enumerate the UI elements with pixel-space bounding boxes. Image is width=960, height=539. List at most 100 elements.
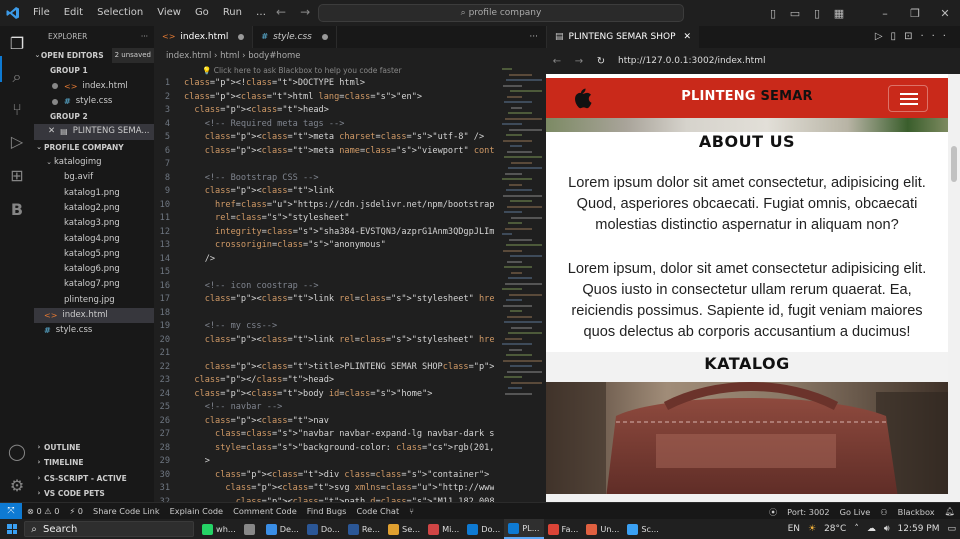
open-editor-style-css[interactable]: # style.css [34,94,154,109]
code-line[interactable]: 16 <!-- icon coostrap --> [154,280,494,294]
code-line[interactable]: 27 class=class="s">"navbar navbar-expand… [154,428,494,442]
clock[interactable]: 12:59 PM [893,524,943,534]
settings-gear-icon[interactable]: ⚙ [6,474,28,496]
code-line[interactable]: 15 [154,266,494,280]
url-field[interactable]: http://127.0.0.1:3002/index.html [618,56,765,66]
file-style-css[interactable]: # style.css [34,323,154,338]
code-line[interactable]: 2 class="p"><class="t">html lang=class="s… [154,91,494,105]
taskbar-app[interactable]: Mi... [424,519,463,539]
back-arrow-icon[interactable]: ← [546,56,568,67]
restore-icon[interactable]: ❐ [900,7,930,20]
code-line[interactable]: 19 <!-- my css--> [154,320,494,334]
code-line[interactable]: 23 class="p"></class="t">head> [154,374,494,388]
tab-preview[interactable]: ▤ PLINTENG SEMAR SHOP ✕ [547,26,700,48]
notifications-bell-icon[interactable]: 🔔︎ [940,506,960,517]
folder-katalogimg[interactable]: ⌄ katalogimg [34,155,154,170]
explorer-icon[interactable]: ❐ [6,32,28,54]
blackbox-hint[interactable]: 💡 Click here to ask Blackbox to help you… [154,64,546,77]
tab-index-html[interactable]: <> index.html [154,26,254,48]
toggle-secondary-sidebar-icon[interactable]: ▯ [806,7,828,20]
code-line[interactable]: 14 /> [154,253,494,267]
close-icon[interactable]: ✕ [930,7,960,20]
code-editor[interactable]: 1 class="p"><!class="t">DOCTYPE html> 2 cla… [154,77,494,502]
code-line[interactable]: 17 class="p"><class="t">link rel=class="… [154,293,494,307]
taskbar-app[interactable]: Se... [384,519,424,539]
more-actions-icon[interactable]: ··· [529,26,538,48]
taskbar-app[interactable]: De... [262,519,303,539]
file-item[interactable]: katalog7.png [34,277,154,292]
code-line[interactable]: 20 class="p"><class="t">link rel=class="… [154,334,494,348]
code-line[interactable]: 22 class="p"><class="t">title>PLINTENG S… [154,361,494,375]
code-line[interactable]: 5 class="p"><class="t">meta charset=clas… [154,131,494,145]
forward-arrow-icon[interactable]: → [568,56,590,67]
code-line[interactable]: 31 class="p"><class="t">svg xmlns=class=… [154,482,494,496]
code-line[interactable]: 6 class="p"><class="t">meta name=class="… [154,145,494,159]
code-line[interactable]: 26 class="p"><class="t">nav [154,415,494,429]
explain-code[interactable]: Explain Code [165,506,229,516]
taskbar-app[interactable]: Do... [303,519,344,539]
preview-scrollbar-vertical[interactable] [948,74,960,502]
code-line[interactable]: 9 class="p"><class="t">link [154,185,494,199]
cs-script-section[interactable]: › CS-SCRIPT - ACTIVE [34,471,154,486]
command-center-search[interactable]: ⌕ profile company [318,4,684,22]
extensions-icon[interactable]: ⊞ [6,164,28,186]
code-line[interactable]: 28 style=class="s">"background-color: cl… [154,442,494,456]
person-icon[interactable]: ⚇ [875,507,892,517]
comment-code[interactable]: Comment Code [228,506,302,516]
code-line[interactable]: 18 [154,307,494,321]
close-icon[interactable]: ✕ [48,124,55,139]
reload-icon[interactable]: ↻ [590,56,612,67]
share-code-link[interactable]: Share Code Link [88,506,165,516]
find-bugs[interactable]: Find Bugs [302,506,352,516]
notification-center-icon[interactable]: ▭ [943,524,960,534]
code-line[interactable]: 10 href=class="u">"https://cdn.jsdelivr.… [154,199,494,213]
toggle-sidebar-icon[interactable]: ▯ [762,7,784,20]
branch-icon[interactable]: ⑂ [404,506,419,516]
code-line[interactable]: 24 class="p"><class="t">body id=class="s… [154,388,494,402]
search-icon[interactable]: ⌕ [6,66,28,88]
hamburger-menu-icon[interactable] [888,85,928,112]
katalog-image[interactable] [546,382,948,498]
code-line[interactable]: 13 crossorigin=class="s">"anonymous" [154,239,494,253]
code-line[interactable]: 25 <!-- navbar --> [154,401,494,415]
menu-view[interactable]: View [150,0,188,26]
more-actions-icon[interactable]: ··· [920,31,954,42]
tab-style-css[interactable]: # style.css [253,26,337,48]
file-item[interactable]: katalog1.png [34,186,154,201]
code-line[interactable]: 29 > [154,455,494,469]
minimap[interactable] [494,64,546,502]
file-item[interactable]: bg.avif [34,170,154,185]
taskbar-app[interactable]: Sc... [623,519,663,539]
blackbox-status[interactable]: Blackbox [893,507,940,517]
code-line[interactable]: 11 rel=class="s">"stylesheet" [154,212,494,226]
customize-layout-icon[interactable]: ▦ [828,7,850,20]
weather-icon[interactable]: ☀ [804,524,820,534]
file-item[interactable]: katalog3.png [34,216,154,231]
menu-run[interactable]: Run [216,0,249,26]
weather-temp[interactable]: 28°C [820,524,850,534]
taskbar-app[interactable]: PL... [504,519,544,539]
preview-scrollbar-horizontal[interactable] [546,494,948,502]
taskbar-app[interactable]: Fa... [544,519,583,539]
back-arrow-icon[interactable]: ← [276,5,300,19]
open-editors-section[interactable]: ⌄ OPEN EDITORS 2 unsaved [34,48,154,64]
menu-edit[interactable]: Edit [57,0,90,26]
code-line[interactable]: 4 <!-- Required meta tags --> [154,118,494,132]
minimize-icon[interactable]: – [870,7,900,20]
open-editor-preview[interactable]: ✕ ▤ PLINTENG SEMA... [34,124,154,140]
taskbar-app[interactable]: Re... [344,519,384,539]
ports-indicator[interactable]: ⚡ 0 [64,506,88,516]
code-line[interactable]: 1 class="p"><!class="t">DOCTYPE html> [154,77,494,91]
problems-indicator[interactable]: ⊗ 0 ⚠ 0 [22,506,64,516]
source-control-icon[interactable]: ⑂ [6,98,28,120]
go-live-button[interactable]: Go Live [835,507,876,517]
outline-section[interactable]: › OUTLINE [34,440,154,455]
file-item[interactable]: plinteng.jpg [34,293,154,308]
port-indicator[interactable]: Port: 3002 [782,507,834,517]
open-editor-index-html[interactable]: <> index.html [34,79,154,94]
blackbox-icon[interactable]: B [6,198,28,220]
taskbar-search[interactable]: ⌕ Search [24,521,194,537]
chevron-up-icon[interactable]: ˄ [850,524,863,534]
toggle-panel-icon[interactable]: ▭ [784,7,806,20]
file-item[interactable]: katalog6.png [34,262,154,277]
